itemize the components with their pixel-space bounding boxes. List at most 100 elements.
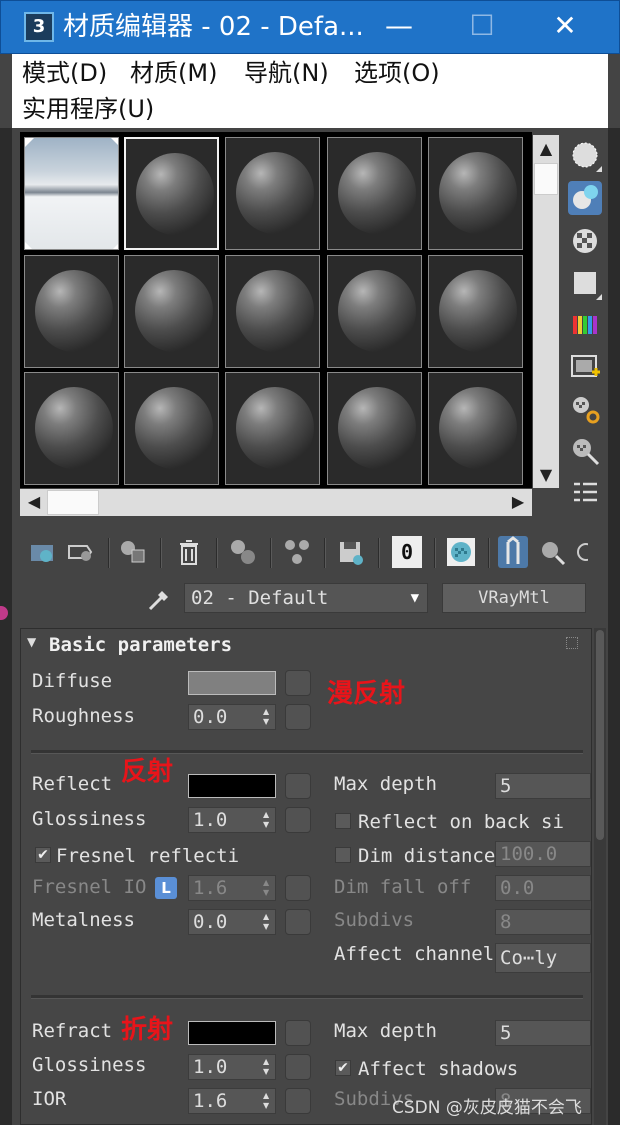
glossiness-value: 1.0 <box>193 809 228 831</box>
sample-slot[interactable] <box>327 255 422 368</box>
slots-vertical-scrollbar[interactable]: ▲ ▼ <box>533 135 559 488</box>
spinner-arrows-icon[interactable]: ▲ ▼ <box>263 912 271 932</box>
make-material-copy-icon[interactable] <box>228 536 258 568</box>
slots-horizontal-scroll-thumb[interactable] <box>47 490 99 515</box>
spinner-arrows-icon[interactable]: ▲ ▼ <box>263 878 271 898</box>
spinner-arrows-icon[interactable]: ▲ ▼ <box>263 1057 271 1077</box>
dim-distance-checkbox[interactable] <box>335 847 351 863</box>
make-unique-icon[interactable] <box>282 536 312 568</box>
reflect-on-back-checkbox[interactable] <box>335 813 351 829</box>
refract-map-button[interactable] <box>285 1020 311 1046</box>
rollout-title[interactable]: Basic parameters <box>49 633 232 657</box>
parameters-scrollbar[interactable] <box>594 628 606 1125</box>
rollout-collapse-icon[interactable]: ▼ <box>27 635 36 649</box>
reflect-max-depth-field[interactable]: 5 <box>495 773 591 799</box>
make-preview-icon[interactable] <box>568 350 602 384</box>
sample-slot[interactable] <box>24 255 119 368</box>
put-material-to-scene-icon[interactable] <box>66 536 96 568</box>
scroll-down-icon[interactable]: ▼ <box>533 465 559 484</box>
sample-slot[interactable] <box>24 137 119 250</box>
sample-slot[interactable] <box>428 255 523 368</box>
reflect-color-swatch[interactable] <box>188 774 276 798</box>
refract-glossiness-spinner[interactable]: 1.0 ▲ ▼ <box>188 1054 276 1080</box>
diffuse-color-swatch[interactable] <box>188 671 276 695</box>
eyedropper-icon[interactable] <box>146 585 174 613</box>
put-to-library-icon[interactable] <box>336 536 366 568</box>
dim-fall-off-field[interactable]: 0.0 <box>495 875 591 901</box>
sample-slot[interactable] <box>124 372 219 485</box>
parameters-scroll-thumb[interactable] <box>596 630 604 840</box>
sample-slot[interactable] <box>124 255 219 368</box>
sample-type-sphere-icon[interactable] <box>568 138 602 172</box>
refract-glossiness-map-button[interactable] <box>285 1054 311 1080</box>
sample-slot[interactable] <box>124 137 219 250</box>
toolbar-separator <box>324 538 326 568</box>
reset-map-icon[interactable] <box>174 536 204 568</box>
spinner-arrows-icon[interactable]: ▲ ▼ <box>263 810 271 830</box>
refract-color-swatch[interactable] <box>188 1021 276 1045</box>
roughness-map-button[interactable] <box>285 704 311 730</box>
refract-max-depth-field[interactable]: 5 <box>495 1020 591 1046</box>
ior-spinner[interactable]: 1.6 ▲ ▼ <box>188 1088 276 1114</box>
menu-material[interactable]: 材质(M) <box>130 58 217 88</box>
material-name-dropdown[interactable]: 02 - Default ▼ <box>184 583 428 613</box>
affect-shadows-checkbox[interactable]: ✔ <box>335 1060 351 1076</box>
show-end-result-icon[interactable] <box>498 536 528 568</box>
fresnel-ior-lock-button[interactable]: L <box>155 877 177 899</box>
title-bar[interactable]: 3 材质编辑器 - 02 - Defa... — ☐ ✕ <box>0 0 620 54</box>
get-material-icon[interactable] <box>28 536 58 568</box>
minimize-button[interactable]: — <box>375 9 423 45</box>
slots-vertical-scroll-thumb[interactable] <box>534 163 558 195</box>
spinner-arrows-icon[interactable]: ▲ ▼ <box>263 707 271 727</box>
sample-slot[interactable] <box>225 255 320 368</box>
scroll-right-icon[interactable]: ▶ <box>508 492 528 511</box>
scroll-left-icon[interactable]: ◀ <box>24 492 44 511</box>
show-shaded-material-icon[interactable] <box>446 536 476 568</box>
metalness-spinner[interactable]: 0.0 ▲ ▼ <box>188 909 276 935</box>
refract-annotation: 折射 <box>121 1015 174 1045</box>
sample-slot[interactable] <box>428 372 523 485</box>
go-forward-to-sibling-icon[interactable] <box>574 536 588 568</box>
assign-material-to-selection-icon[interactable] <box>118 536 148 568</box>
slots-horizontal-scrollbar[interactable]: ◀ ▶ <box>20 489 532 516</box>
menu-navigation[interactable]: 导航(N) <box>244 58 329 88</box>
menu-options[interactable]: 选项(O) <box>354 58 440 88</box>
dim-distance-field[interactable]: 100.0 <box>495 841 591 867</box>
reflect-map-button[interactable] <box>285 773 311 799</box>
affect-channels-dropdown[interactable]: Co⋯ly <box>495 943 591 973</box>
material-map-navigator-icon[interactable] <box>568 476 602 510</box>
close-button[interactable]: ✕ <box>541 9 589 45</box>
ior-map-button[interactable] <box>285 1088 311 1114</box>
material-editor-options-icon[interactable] <box>568 392 602 426</box>
roughness-spinner[interactable]: 0.0 ▲ ▼ <box>188 704 276 730</box>
go-to-parent-icon[interactable] <box>538 536 568 568</box>
sample-slot[interactable] <box>225 137 320 250</box>
backlight-icon[interactable] <box>568 181 602 215</box>
spinner-arrows-icon[interactable]: ▲ ▼ <box>263 1091 271 1111</box>
scroll-up-icon[interactable]: ▲ <box>533 139 559 158</box>
material-type-button[interactable]: VRayMtl <box>442 583 586 613</box>
metalness-map-button[interactable] <box>285 909 311 935</box>
maximize-button[interactable]: ☐ <box>458 9 506 45</box>
background-checker-icon[interactable] <box>568 224 602 258</box>
fresnel-ior-spinner[interactable]: 1.6 ▲ ▼ <box>188 875 276 901</box>
sample-uv-tiling-icon[interactable] <box>568 266 602 300</box>
fresnel-ior-map-button[interactable] <box>285 875 311 901</box>
menu-mode[interactable]: 模式(D) <box>22 58 107 88</box>
sample-slot[interactable] <box>327 137 422 250</box>
rollout-grip-icon[interactable] <box>566 637 578 649</box>
menu-utilities[interactable]: 实用程序(U) <box>22 94 154 124</box>
sample-slot[interactable] <box>225 372 320 485</box>
sample-slot[interactable] <box>24 372 119 485</box>
glossiness-map-button[interactable] <box>285 807 311 833</box>
video-color-check-icon[interactable] <box>568 308 602 342</box>
glossiness-spinner[interactable]: 1.0 ▲ ▼ <box>188 807 276 833</box>
material-id-channel-button[interactable]: 0 <box>392 536 422 568</box>
subdivs-field[interactable]: 8 <box>495 909 591 935</box>
sample-slot[interactable] <box>327 372 422 485</box>
affect-channels-label: Affect channel <box>334 943 495 965</box>
fresnel-checkbox[interactable]: ✔ <box>35 847 51 863</box>
sample-slot[interactable] <box>428 137 523 250</box>
select-by-material-icon[interactable] <box>568 434 602 468</box>
diffuse-map-button[interactable] <box>285 670 311 696</box>
